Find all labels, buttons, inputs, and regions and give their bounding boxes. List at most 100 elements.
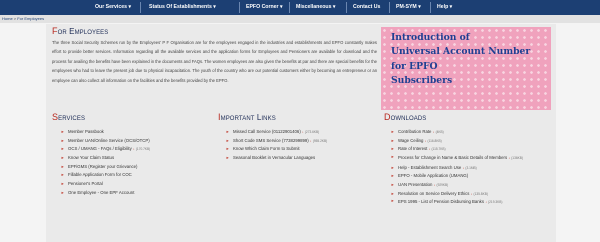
download-icon: ↓ [132, 147, 135, 152]
list-item: Know Which Claim Form to Submit [225, 145, 380, 154]
download-contribution-rate[interactable]: Contribution Rate [398, 129, 431, 134]
service-member-passbook-link[interactable]: Member Passbook [68, 129, 104, 134]
download-name-change-process[interactable]: Process for Change in Name & Basic Detai… [398, 155, 507, 160]
file-size: (115.7KB) [431, 147, 446, 152]
download-service-delivery-ethics[interactable]: Resolution on Service Delivery Ethics [398, 191, 469, 196]
downloads-heading-text: ownloads [390, 113, 427, 122]
nav-epfo-corner[interactable]: EPFO Corner ▾ [246, 0, 283, 15]
list-item: Short Code SMS Service (7738299899) ↓ (9… [225, 137, 380, 146]
list-item: Seasonal Booklet in Vernacular Languages [225, 154, 380, 163]
link-seasonal-booklet[interactable]: Seasonal Booklet in Vernacular Languages [233, 155, 315, 160]
services-list: Member Passbook Member UAN/Online Servic… [60, 128, 210, 198]
list-item: Member UAN/Online Service (OCS/OTCP) [60, 137, 210, 146]
list-item: Know Your Claim Status [60, 154, 210, 163]
breadcrumb-home-link[interactable]: Home [2, 16, 13, 21]
for-employees-heading-text: or Employees [57, 27, 109, 36]
nav-pm-sym[interactable]: PM-SYM ▾ [396, 0, 421, 15]
nav-divider [289, 2, 290, 13]
service-coc-form-link[interactable]: Fillable Application Form for COC [68, 172, 132, 177]
service-epfigms-link[interactable]: EPFiGMS (Register your Grievance) [68, 164, 138, 169]
download-pension-banks-list[interactable]: EPS 1995 - List of Pension Disbursing Ba… [398, 199, 484, 204]
file-size: (4KB) [435, 130, 444, 134]
top-navigation-bar: Our Services ▾ Status Of Establishments … [0, 0, 600, 15]
nav-status-of-establishments[interactable]: Status Of Establishments ▾ [149, 0, 216, 15]
downloads-heading-initial: D [384, 112, 391, 122]
download-umang-app[interactable]: EPFO - Mobile Application (UMANG) [398, 173, 468, 178]
file-size: (929KB) [436, 182, 449, 187]
download-icon: ↓ [309, 138, 312, 143]
breadcrumb: Home > For Employees [0, 15, 600, 23]
service-one-employee-one-account-link[interactable]: One Employee - One EPF Account [68, 190, 134, 195]
services-heading: Services [52, 112, 85, 122]
uan-banner[interactable]: Introduction of Universal Account Number… [381, 27, 551, 110]
download-rate-of-interest[interactable]: Rate of Interest [398, 146, 427, 151]
list-item: Fillable Application Form for COC [60, 171, 210, 180]
list-item: Contribution Rate ↓ (4KB) [390, 128, 552, 137]
file-size: (273.6KB) [304, 130, 320, 134]
download-icon: ↓ [433, 182, 436, 187]
file-size: (219.3KB) [488, 200, 503, 205]
list-item: EPFO - Mobile Application (UMANG) [390, 172, 552, 181]
download-icon: ↓ [485, 200, 487, 205]
banner-text: Introduction of Universal Account Number… [391, 31, 551, 88]
list-item: Wage Ceiling ↓ (116.8KB) [390, 137, 552, 146]
breadcrumb-current-link[interactable]: For Employees [17, 16, 44, 21]
link-missed-call-service[interactable]: Missed Call Service (01122901406) [233, 129, 301, 134]
nav-miscellaneous[interactable]: Miscellaneous ▾ [296, 0, 336, 15]
list-item: Member Passbook [60, 128, 210, 137]
services-heading-text: ervices [58, 113, 86, 122]
service-pensioners-portal-link[interactable]: Pensioner's Portal [68, 181, 103, 186]
file-size: (116.8KB) [427, 138, 442, 143]
download-icon: ↓ [432, 130, 435, 134]
nav-divider [140, 2, 141, 13]
list-item: EPS 1995 - List of Pension Disbursing Ba… [390, 198, 552, 208]
file-size: (170.7KB) [135, 147, 151, 152]
download-uan-presentation[interactable]: UAN Presentation [398, 182, 432, 187]
nav-help[interactable]: Help ▾ [437, 0, 452, 15]
downloads-list: Contribution Rate ↓ (4KB) Wage Ceiling ↓… [390, 128, 552, 208]
list-item: UAN Presentation ↓ (929KB) [390, 181, 552, 190]
download-icon: ↓ [424, 138, 427, 143]
list-item: Help - Establishment Search Use ↓ (3.1MB… [390, 164, 552, 173]
list-item: Rate of Interest ↓ (115.7KB) [390, 145, 552, 154]
download-establishment-search-help[interactable]: Help - Establishment Search Use [398, 165, 461, 170]
download-icon: ↓ [508, 156, 511, 161]
for-employees-heading: For Employees [52, 26, 108, 36]
file-size: (135.8KB) [473, 191, 488, 196]
service-know-claim-status-link[interactable]: Know Your Claim Status [68, 155, 114, 160]
list-item: Missed Call Service (01122901406) ↓ (273… [225, 128, 380, 137]
file-size: (3.1MB) [465, 165, 477, 170]
list-item: One Employee - One EPF Account [60, 189, 210, 198]
nav-divider [239, 2, 240, 13]
link-sms-service[interactable]: Short Code SMS Service (7738299899) [233, 138, 309, 143]
download-icon: ↓ [470, 191, 473, 196]
banner-line: Subscribers [391, 74, 453, 86]
file-size: (955.2KB) [312, 138, 328, 143]
important-links-heading-text: mportant Links [220, 113, 276, 122]
banner-line: Introduction of [391, 32, 470, 43]
list-item: OCS / UMANG - FAQs / Eligibility ↓ (170.… [60, 145, 210, 154]
banner-line: Universal Account Number [391, 46, 531, 58]
nav-our-services[interactable]: Our Services ▾ [95, 0, 131, 15]
nav-divider [346, 2, 347, 13]
important-links-heading: Important Links [218, 112, 276, 122]
important-links-list: Missed Call Service (01122901406) ↓ (273… [225, 128, 380, 163]
list-item: Resolution on Service Delivery Ethics ↓ … [390, 190, 552, 199]
download-icon: ↓ [301, 130, 304, 134]
nav-divider [389, 2, 390, 13]
banner-line: for EPFO [391, 60, 438, 72]
nav-contact-us[interactable]: Contact Us [353, 0, 380, 15]
downloads-heading: Downloads [384, 112, 426, 122]
list-item: EPFiGMS (Register your Grievance) [60, 163, 210, 172]
download-icon: ↓ [428, 147, 431, 152]
download-icon: ↓ [462, 165, 465, 170]
list-item: Pensioner's Portal [60, 180, 210, 189]
nav-divider [430, 2, 431, 13]
service-ocs-umang-faq-link[interactable]: OCS / UMANG - FAQs / Eligibility [68, 146, 132, 151]
list-item: Process for Change in Name & Basic Detai… [390, 154, 552, 164]
service-member-uan-link[interactable]: Member UAN/Online Service (OCS/OTCP) [68, 138, 150, 143]
download-wage-ceiling[interactable]: Wage Ceiling [398, 138, 423, 143]
link-claim-form[interactable]: Know Which Claim Form to Submit [233, 146, 300, 151]
for-employees-intro: The three Social Security Schemes run by… [52, 40, 377, 83]
file-size: (136KB) [511, 156, 523, 161]
